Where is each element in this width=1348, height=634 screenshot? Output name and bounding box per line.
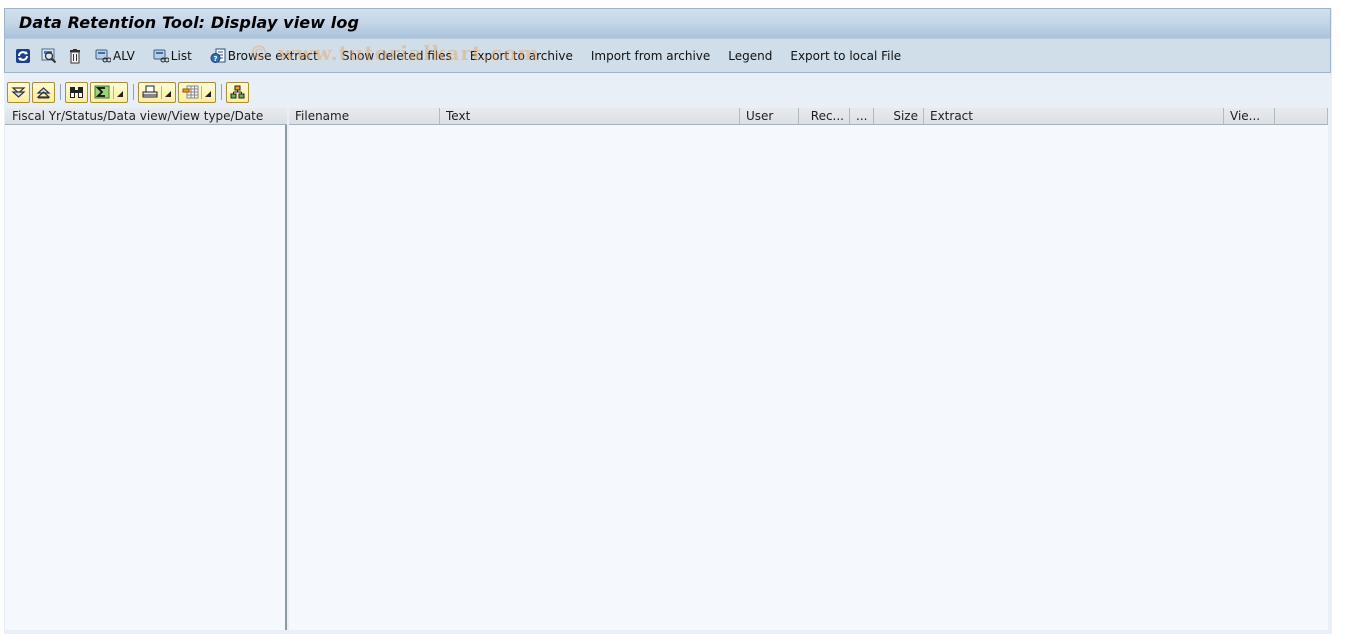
expand-all-icon (11, 86, 26, 99)
hierarchy-icon (230, 85, 245, 99)
alv-label: ALV (113, 48, 135, 63)
sum-button[interactable] (90, 81, 128, 103)
legend-button[interactable]: Legend (728, 45, 772, 67)
alv-toolbar (7, 81, 251, 103)
legend-label: Legend (728, 48, 773, 63)
column-header-records[interactable]: Rec... (799, 108, 850, 125)
column-header-unnamed[interactable]: ... (850, 108, 874, 125)
column-header-user[interactable]: User (740, 108, 799, 125)
display-button[interactable] (41, 45, 59, 67)
export-to-local-file-button[interactable]: Export to local File (790, 45, 901, 67)
application-toolbar: ALV List ? Browse extract Show deleted f… (4, 39, 1331, 73)
toolbar-separator (133, 84, 134, 100)
hierarchy-button[interactable] (226, 81, 249, 103)
content-area: Fiscal Yr/Status/Data view/View type/Dat… (5, 108, 1328, 630)
tree-column-header[interactable]: Fiscal Yr/Status/Data view/View type/Dat… (5, 108, 287, 125)
page-title: Data Retention Tool: Display view log (19, 13, 360, 32)
print-button[interactable] (138, 81, 176, 103)
column-header-filename[interactable]: Filename (289, 108, 440, 125)
layout-button[interactable] (178, 81, 216, 103)
import-from-archive-label: Import from archive (590, 48, 711, 63)
menu-divider (201, 85, 202, 99)
column-header-extract[interactable]: Extract (924, 108, 1224, 125)
display-zoom-icon (41, 48, 57, 64)
export-to-archive-label: Export to archive (469, 48, 573, 63)
column-header-text[interactable]: Text (440, 108, 740, 125)
tree-header: Fiscal Yr/Status/Data view/View type/Dat… (5, 108, 287, 125)
column-header-blank[interactable] (1275, 108, 1328, 125)
export-to-archive-button[interactable]: Export to archive (470, 45, 573, 67)
trash-icon (67, 48, 83, 64)
refresh-icon (15, 48, 31, 64)
delete-button[interactable] (67, 45, 85, 67)
export-to-local-file-label: Export to local File (790, 48, 902, 63)
find-button[interactable] (65, 81, 88, 103)
browse-extract-button[interactable]: ? Browse extract (210, 45, 318, 67)
column-header-size[interactable]: Size (874, 108, 924, 125)
collapse-all-icon (36, 86, 51, 99)
menu-divider (113, 85, 114, 99)
binoculars-icon (69, 85, 84, 99)
list-label: List (170, 48, 192, 63)
svg-text:?: ? (213, 55, 217, 63)
browse-extract-label: Browse extract (227, 48, 318, 63)
collapse-all-button[interactable] (32, 81, 55, 103)
show-deleted-files-button[interactable]: Show deleted files (342, 45, 452, 67)
toolbar-separator (60, 84, 61, 100)
database-view-icon (153, 48, 169, 64)
layout-icon (182, 85, 199, 99)
sum-icon (94, 85, 110, 99)
show-deleted-files-label: Show deleted files (341, 48, 452, 63)
database-view-icon (95, 48, 111, 64)
column-header-view[interactable]: Vie... (1224, 108, 1275, 125)
list-panel[interactable]: Filename Text User Rec... ... Size Extra… (289, 108, 1328, 630)
print-icon (142, 85, 158, 99)
refresh-button[interactable] (15, 45, 33, 67)
sap-window: Data Retention Tool: Display view log AL… (4, 8, 1332, 634)
import-from-archive-button[interactable]: Import from archive (591, 45, 710, 67)
toolbar-separator (221, 84, 222, 100)
expand-all-button[interactable] (7, 81, 30, 103)
list-header: Filename Text User Rec... ... Size Extra… (289, 108, 1328, 125)
browse-extract-icon: ? (210, 48, 226, 64)
list-button[interactable]: List (153, 45, 192, 67)
menu-divider (161, 85, 162, 99)
alv-button[interactable]: ALV (95, 45, 135, 67)
tree-panel[interactable]: Fiscal Yr/Status/Data view/View type/Dat… (5, 108, 287, 630)
title-bar: Data Retention Tool: Display view log (4, 8, 1331, 39)
